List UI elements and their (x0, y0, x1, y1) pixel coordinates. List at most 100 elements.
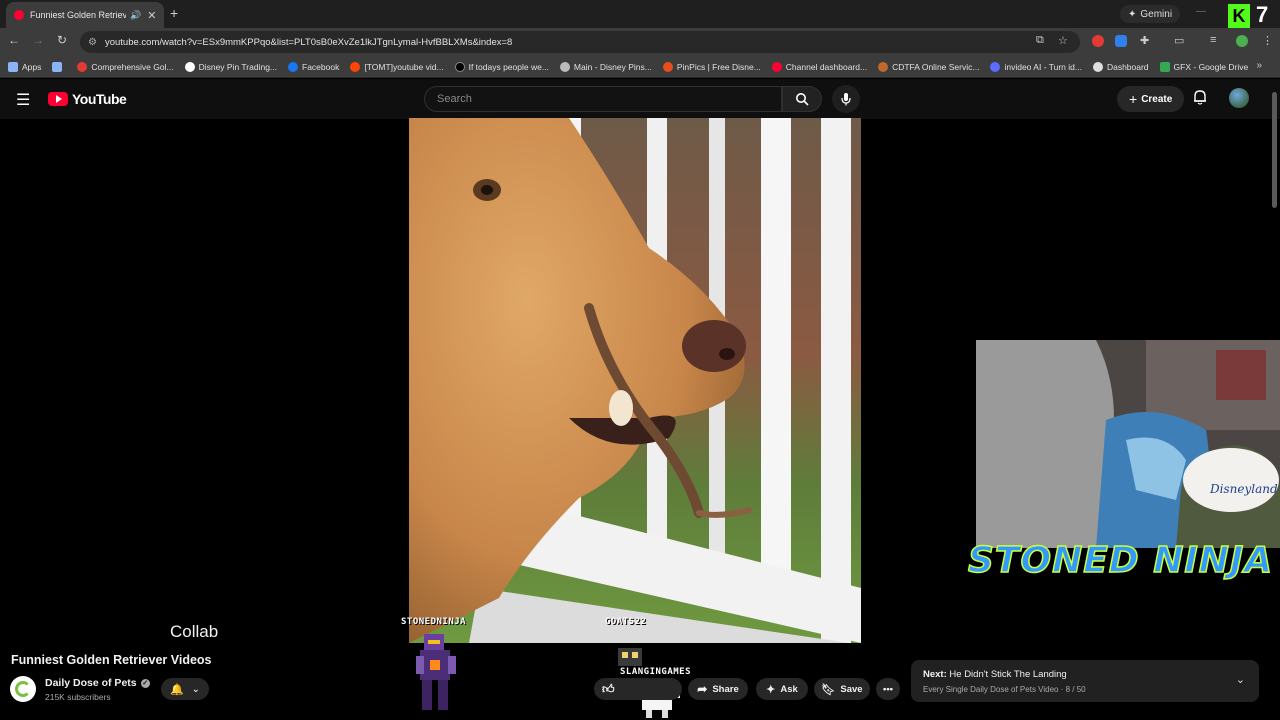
next-video-line: Next: He Didn't Stick The Landing (923, 669, 1067, 680)
bookmark-item[interactable]: invideo AI - Turn id... (990, 61, 1082, 72)
hamburger-menu-icon[interactable]: ☰ (16, 90, 30, 110)
bookmark-item[interactable]: Channel dashboard... (771, 61, 867, 72)
bookmark-star-icon[interactable]: ☆ (1058, 34, 1068, 47)
overlay-tag-goats22: GOATS22 (605, 617, 647, 627)
webcam-cap-text: Disneyland (1209, 482, 1278, 496)
bookmark-favicon-icon (878, 61, 889, 72)
thumbs-up-icon[interactable]: 👍︎ (602, 682, 615, 697)
pixel-goat-sprite-icon (618, 648, 642, 666)
webcam-image: Disneyland (976, 340, 1280, 548)
tiktok-icon (454, 61, 465, 72)
back-arrow-icon[interactable]: ← (6, 33, 22, 47)
sparkle-icon: ✦ (766, 683, 776, 696)
youtube-logo[interactable]: YouTube (48, 91, 127, 107)
more-bookmarks-icon[interactable]: » (1256, 60, 1262, 71)
profile-icon[interactable] (1236, 35, 1248, 47)
browser-menu-icon[interactable]: ⋮ (1262, 34, 1273, 47)
reload-icon[interactable]: ↻ (54, 33, 70, 47)
extension-blue-icon[interactable] (1115, 35, 1127, 47)
pixel-ninja-sprite-icon (416, 634, 456, 710)
video-player[interactable] (409, 118, 861, 643)
voice-search-button[interactable] (832, 85, 860, 113)
youtube-favicon-icon (14, 10, 24, 20)
site-settings-icon[interactable]: ⚙ (88, 37, 97, 48)
bookmark-item[interactable]: Comprehensive Gol... (77, 61, 174, 72)
bookmark-item[interactable]: If todays people we... (454, 61, 549, 72)
bookmark-grid[interactable] (52, 61, 66, 72)
channel-avatar[interactable] (10, 676, 36, 702)
share-button[interactable]: ➦ Share (688, 678, 748, 700)
collab-overlay-text: Collab (170, 622, 219, 641)
youtube-header: ☰ YouTube Search + Create (0, 79, 1280, 119)
microphone-icon (841, 93, 851, 106)
url-text: youtube.com/watch?v=ESx9mmKPPqo&list=PLT… (104, 36, 513, 48)
notifications-bell-icon[interactable] (1193, 89, 1207, 108)
facebook-icon (288, 61, 299, 72)
search-input[interactable]: Search (424, 86, 782, 112)
overlay-tag-stonedninja: STONEDNINJA (401, 617, 467, 627)
channel-name: Daily Dose of Pets (45, 677, 137, 689)
next-video-title: He Didn't Stick The Landing (949, 669, 1067, 680)
reddit-icon (350, 61, 361, 72)
bookmark-item[interactable]: PinPics | Free Disne... (662, 61, 761, 72)
notifications-bell-icon: 🔔 (169, 683, 184, 696)
bookmark-icon: 🔖︎ (821, 683, 836, 696)
forward-arrow-icon[interactable]: → (30, 33, 46, 47)
channel-name-link[interactable]: Daily Dose of Pets ✓ (45, 677, 150, 689)
save-button[interactable]: 🔖︎ Save (814, 678, 870, 700)
minimize-window-icon[interactable]: — (1196, 6, 1206, 17)
apps-grid-icon (8, 61, 18, 72)
browser-tab[interactable]: Funniest Golden Retriever V 🔊 ✕ (6, 2, 164, 28)
grid-icon (52, 61, 63, 72)
extensions-puzzle-icon[interactable]: ✚ (1140, 34, 1149, 47)
invideo-icon (990, 61, 1001, 72)
install-app-icon[interactable]: ⧉ (1036, 34, 1044, 47)
video-frame-image (409, 118, 861, 643)
bookmark-apps[interactable]: Apps (8, 61, 41, 72)
bookmark-item[interactable]: Dashboard (1092, 61, 1149, 72)
chevron-down-icon[interactable]: ⌄ (1236, 673, 1245, 686)
subscription-bell-button[interactable]: 🔔 ⌄ (161, 678, 209, 700)
search-button[interactable] (782, 86, 822, 112)
dashboard-icon (1092, 61, 1103, 72)
youtube-studio-icon (771, 61, 782, 72)
streamer-webcam: Disneyland (976, 340, 1280, 548)
close-tab-icon[interactable]: ✕ (147, 9, 156, 22)
next-prefix: Next: (923, 669, 947, 680)
share-label: Share (712, 683, 739, 695)
account-avatar[interactable] (1229, 88, 1249, 108)
verified-check-icon: ✓ (140, 678, 150, 688)
like-dislike-button[interactable]: 👍︎ (594, 678, 682, 700)
bookmark-item[interactable]: Main - Disney Pins... (559, 61, 652, 72)
next-video-panel[interactable]: Next: He Didn't Stick The Landing Every … (911, 660, 1259, 702)
bookmark-item[interactable]: CDTFA Online Servic... (878, 61, 979, 72)
bookmark-item[interactable]: GFX - Google Drive (1159, 61, 1248, 72)
media-controls-icon[interactable]: ≡ (1210, 34, 1216, 46)
playlist-position: Every Single Daily Dose of Pets Video · … (923, 685, 1086, 694)
google-drive-icon (1159, 61, 1170, 72)
sparkle-icon: ✦ (1128, 8, 1137, 20)
extension-red-icon[interactable] (1092, 35, 1104, 47)
more-actions-button[interactable]: ••• (876, 678, 900, 700)
ask-label: Ask (780, 683, 798, 695)
pinpics-icon (662, 61, 673, 72)
bookmarks-bar: Apps Comprehensive Gol... Disney Pin Tra… (0, 56, 1280, 78)
gemini-button[interactable]: ✦ Gemini (1120, 5, 1181, 23)
bookmark-item[interactable]: [TOMT]youtube vid... (350, 61, 444, 72)
share-arrow-icon: ➦ (697, 682, 708, 696)
bookmark-item[interactable]: Disney Pin Trading... (184, 61, 277, 72)
create-label: Create (1141, 93, 1173, 105)
side-panel-icon[interactable]: ▭ (1174, 34, 1184, 47)
more-dots-icon: ••• (883, 683, 893, 695)
page-scrollbar[interactable] (1272, 92, 1277, 208)
save-label: Save (840, 683, 863, 695)
ask-button[interactable]: ✦ Ask (756, 678, 808, 700)
corner-overlay-number: 7 (1256, 2, 1269, 27)
video-title: Funniest Golden Retriever Videos (11, 653, 212, 667)
speaker-icon[interactable]: 🔊 (130, 10, 141, 21)
new-tab-button[interactable]: + (170, 5, 178, 21)
create-button[interactable]: + Create (1117, 86, 1185, 112)
address-bar[interactable]: ⚙ youtube.com/watch?v=ESx9mmKPPqo&list=P… (80, 31, 1080, 53)
bookmark-item[interactable]: Facebook (288, 61, 339, 72)
bookmark-favicon-icon (77, 61, 88, 72)
